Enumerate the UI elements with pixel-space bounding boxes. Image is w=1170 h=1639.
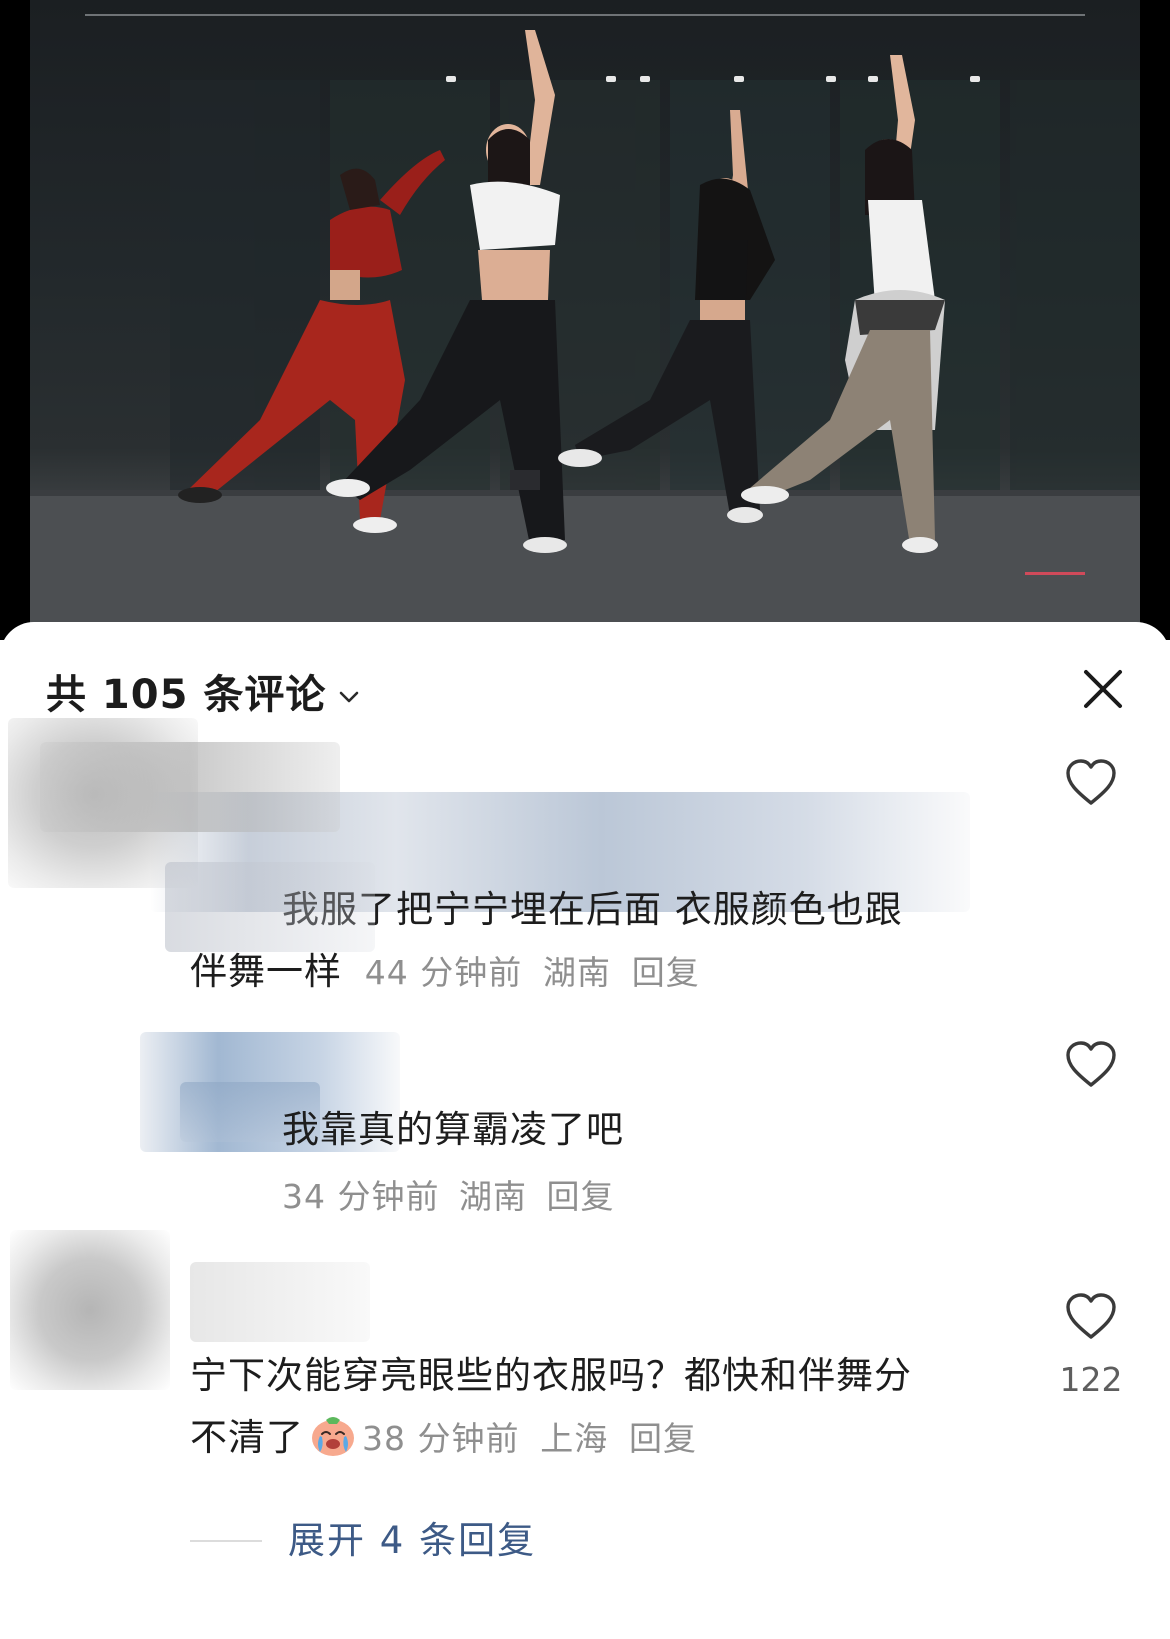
comment-location: 湖南	[458, 1177, 527, 1216]
redacted-username	[190, 1262, 370, 1342]
comment-text-continued: 伴舞一样	[190, 950, 342, 993]
heart-outline-icon[interactable]	[1064, 1040, 1118, 1090]
comment-meta: 34 分钟前 湖南 回复	[282, 1170, 614, 1218]
app-screen: 共 105 条评论 我服了把宁宁埋在后面 衣服颜色也跟 伴舞一样 44 分钟前 …	[0, 0, 1170, 1639]
comment-text-line: 我服了把宁宁埋在后面 衣服颜色也跟	[282, 888, 903, 931]
comment-text-line-2: 不清了 38 分钟前 上海 回复	[190, 1406, 697, 1471]
reply-button[interactable]: 回复	[629, 1419, 697, 1458]
reply-button[interactable]: 回复	[632, 953, 700, 992]
avatar[interactable]	[10, 1230, 170, 1390]
video-player[interactable]	[0, 0, 1170, 640]
comment-time: 38 分钟前	[362, 1419, 520, 1458]
comment-text-line: 宁下次能穿亮眼些的衣服吗？都快和伴舞分	[190, 1354, 912, 1397]
video-frame	[30, 0, 1140, 640]
comment-location: 湖南	[543, 953, 612, 992]
divider	[190, 1540, 262, 1542]
comment-location: 上海	[540, 1419, 609, 1458]
comments-count-header[interactable]: 共 105 条评论	[46, 662, 362, 720]
heart-outline-icon[interactable]	[1064, 758, 1118, 808]
close-icon[interactable]	[1080, 666, 1126, 712]
expand-replies-button[interactable]: 展开 4 条回复	[288, 1510, 536, 1564]
redacted-avatar-overlay	[40, 742, 340, 832]
comment-text-line: 我靠真的算霸凌了吧	[282, 1108, 624, 1151]
crying-face-emoji	[312, 1417, 354, 1456]
reply-button[interactable]: 回复	[546, 1177, 614, 1216]
like-count: 122	[1059, 1360, 1123, 1399]
redacted-overlay	[165, 862, 375, 952]
comment-text-continued: 不清了	[190, 1416, 304, 1459]
heart-outline-icon[interactable]	[1064, 1292, 1118, 1342]
comments-sheet: 共 105 条评论 我服了把宁宁埋在后面 衣服颜色也跟 伴舞一样 44 分钟前 …	[0, 622, 1170, 1639]
dance-scene-image	[30, 30, 1140, 640]
comment-time: 44 分钟前	[364, 953, 523, 992]
chevron-down-icon[interactable]	[336, 684, 362, 710]
comments-count-title: 共 105 条评论	[46, 672, 327, 718]
comment-time: 34 分钟前	[282, 1177, 440, 1216]
